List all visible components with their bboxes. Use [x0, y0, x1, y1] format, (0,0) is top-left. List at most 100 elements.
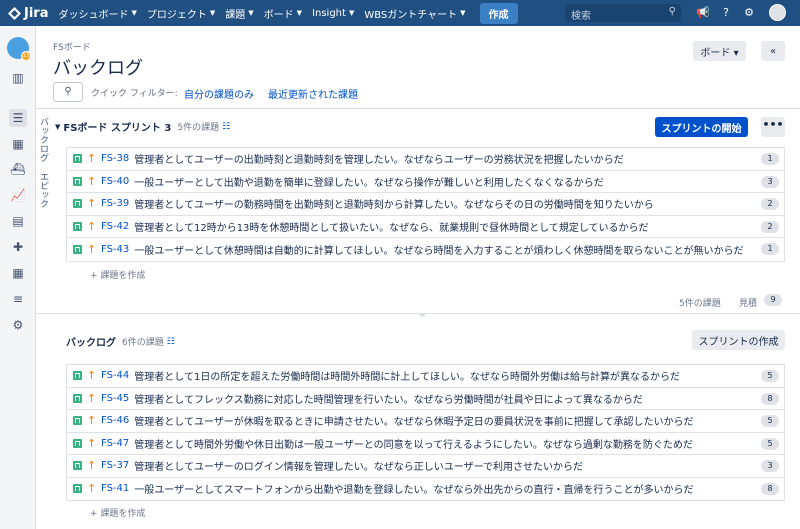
megaphone-icon[interactable]: 📢 — [696, 6, 710, 20]
story-icon — [73, 154, 82, 164]
issue-row[interactable]: ↑ FS-43 一般ユーザーとして休憩時間は自動的に計算してほしい。なぜなら時間を入… — [67, 238, 784, 261]
filter-my-issues[interactable]: 自分の課題のみ — [184, 86, 254, 101]
issue-row[interactable]: ↑ FS-40 一般ユーザーとして出勤や退勤を簡単に登録したい。なぜなら操作が難しい… — [67, 170, 784, 193]
chevron-down-icon: ▼ — [348, 9, 355, 17]
search-icon: ⚲ — [668, 6, 676, 17]
board-icon[interactable]: ▥ — [9, 69, 27, 87]
create-issue-link[interactable]: + 課題を作成 — [90, 268, 145, 281]
issue-summary: 一般ユーザーとして出勤や退勤を簡単に登録したい。なぜなら操作が難しいと利用したく… — [134, 177, 604, 189]
issue-summary: 管理者としてユーザーのログイン情報を管理したい。なぜなら正しいユーザーで利用させ… — [134, 462, 583, 474]
priority-high-icon: ↑ — [87, 482, 97, 496]
sprint-total-estimate: 9 — [764, 294, 782, 306]
issue-summary: 管理者としてユーザーの勤務時間を出勤時刻と退勤時刻から計算したい。なぜならその日… — [134, 200, 654, 212]
priority-high-icon: ↑ — [87, 369, 97, 383]
issue-key[interactable]: FS-39 — [101, 198, 129, 209]
collapse-button[interactable]: « — [761, 41, 785, 61]
gear-icon[interactable]: ⚙ — [742, 6, 756, 20]
table-icon[interactable]: ▦ — [9, 264, 27, 282]
story-icon — [73, 393, 82, 403]
start-sprint-button[interactable]: スプリントの開始 — [655, 117, 748, 137]
board-button[interactable]: ボード ▾ — [693, 41, 746, 61]
issue-key[interactable]: FS-45 — [101, 393, 129, 404]
backlog-issue-count: 6件の課題 — [122, 338, 164, 348]
story-points-badge: 3 — [761, 460, 779, 472]
project-badge: 11 — [21, 51, 31, 61]
nav-projects[interactable]: プロジェクト ▼ — [147, 6, 215, 21]
issue-key[interactable]: FS-41 — [101, 483, 129, 494]
filter-recently-updated[interactable]: 最近更新された課題 — [268, 86, 358, 101]
issue-list-icon: ☷ — [222, 121, 231, 132]
issue-row[interactable]: ↑ FS-38 管理者としてユーザーの出勤時刻と退勤時刻を管理したい。なぜならユーザ… — [67, 148, 784, 171]
create-sprint-button[interactable]: スプリントの作成 — [692, 330, 785, 350]
issue-summary: 一般ユーザーとしてスマートフォンから出勤や退勤を登録したい。なぜなら外出先からの… — [134, 485, 694, 497]
jira-logo[interactable]: Jira — [8, 6, 48, 21]
active-sprint-icon[interactable]: ▦ — [9, 135, 27, 153]
issue-row[interactable]: ↑ FS-39 管理者としてユーザーの勤務時間を出勤時刻と退勤時刻から計算したい。な… — [67, 193, 784, 216]
issue-row[interactable]: ↑ FS-47 管理者として時間外労働や休日出勤は一般ユーザーとの同意を以って行える… — [67, 432, 784, 455]
help-icon[interactable]: ? — [719, 6, 733, 20]
issue-key[interactable]: FS-40 — [101, 176, 129, 187]
issue-key[interactable]: FS-38 — [101, 153, 129, 164]
story-points-badge: 5 — [761, 437, 779, 450]
story-points-badge: 2 — [761, 220, 779, 233]
story-icon — [73, 484, 82, 494]
list-icon[interactable]: ≡ — [9, 290, 27, 308]
priority-high-icon: ↑ — [87, 174, 97, 188]
issue-row[interactable]: ↑ FS-41 一般ユーザーとしてスマートフォンから出勤や退勤を登録したい。なぜなら… — [67, 477, 784, 500]
releases-icon[interactable]: ⛴ — [9, 160, 27, 178]
nav-issues[interactable]: 課題 ▼ — [225, 6, 253, 21]
issues-icon[interactable]: ▤ — [9, 212, 27, 230]
reports-icon[interactable]: 📈 — [9, 186, 27, 204]
components-icon[interactable]: ✚ — [9, 238, 27, 256]
story-icon — [73, 176, 82, 186]
backlog-icon[interactable]: ☰ — [9, 109, 27, 127]
section-divider[interactable] — [36, 313, 800, 314]
story-icon — [73, 199, 82, 209]
resize-handle-icon[interactable]: ═ — [420, 311, 425, 320]
sprint-footer-count: 5件の課題 — [679, 299, 721, 309]
create-issue-link[interactable]: + 課題を作成 — [90, 506, 145, 519]
issue-row[interactable]: ↑ FS-37 管理者としてユーザーのログイン情報を管理したい。なぜなら正しいユーザ… — [67, 455, 784, 478]
issue-key[interactable]: FS-47 — [101, 438, 129, 449]
epic-vertical-tab[interactable]: エピック — [36, 170, 50, 210]
nav-dashboard[interactable]: ダッシュボード ▼ — [58, 6, 136, 21]
story-icon — [73, 461, 82, 471]
settings-icon[interactable]: ⚙ — [9, 316, 27, 334]
chevron-down-icon: ▼ — [248, 9, 254, 17]
priority-high-icon: ↑ — [87, 197, 97, 211]
backlog-search-input[interactable]: ⚲ — [53, 82, 83, 102]
breadcrumb[interactable]: FSボード — [53, 40, 91, 53]
priority-high-icon: ↑ — [87, 242, 97, 256]
chevron-down-icon: ▼ — [131, 9, 137, 17]
user-avatar[interactable] — [769, 4, 786, 21]
story-icon — [73, 371, 82, 381]
logo-text: Jira — [24, 5, 49, 21]
issue-summary: 管理者として1日の所定を超えた労働時間は時間外時間に計上してほしい。なぜなら時間… — [134, 372, 681, 384]
issue-key[interactable]: FS-46 — [101, 415, 129, 426]
issue-row[interactable]: ↑ FS-46 管理者としてユーザーが休暇を取るときに申請させたい。なぜなら休暇予定… — [67, 410, 784, 433]
issue-key[interactable]: FS-43 — [101, 244, 129, 255]
backlog-vertical-tab[interactable]: バックログ — [36, 115, 50, 163]
story-points-badge: 8 — [761, 482, 779, 495]
nav-wbs-gantt[interactable]: WBSガントチャート ▼ — [364, 6, 465, 21]
nav-boards[interactable]: ボード ▼ — [264, 6, 302, 21]
more-options-button[interactable]: ••• — [761, 117, 785, 137]
issue-row[interactable]: ↑ FS-44 管理者として1日の所定を超えた労働時間は時間外時間に計上してほしい。… — [67, 365, 784, 388]
priority-high-icon: ↑ — [87, 414, 97, 428]
issue-key[interactable]: FS-42 — [101, 221, 129, 232]
issue-key[interactable]: FS-37 — [101, 460, 129, 471]
story-points-badge: 5 — [761, 370, 779, 382]
sprint-header[interactable]: ▼ FSボード スプリント 3 5件の課題 ☷ — [55, 119, 231, 135]
priority-high-icon: ↑ — [87, 152, 97, 166]
nav-insight[interactable]: Insight ▼ — [312, 8, 354, 19]
issue-row[interactable]: ↑ FS-42 管理者として12時から13時を休憩時間として扱いたい。なぜなら、就業… — [67, 215, 784, 238]
search-input[interactable]: 検索 ⚲ — [565, 4, 681, 22]
issue-summary: 管理者として時間外労働や休日出勤は一般ユーザーとの同意を以って行えるようにしたい… — [134, 439, 693, 451]
story-points-badge: 3 — [761, 175, 779, 188]
story-points-badge: 1 — [761, 243, 779, 255]
create-button[interactable]: 作成 — [479, 2, 518, 24]
issue-key[interactable]: FS-44 — [101, 370, 129, 381]
search-icon: ⚲ — [64, 86, 72, 97]
issue-row[interactable]: ↑ FS-45 管理者としてフレックス勤務に対応した時間管理を行いたい。なぜなら労働… — [67, 387, 784, 410]
sprint-name: FSボード スプリント 3 — [63, 123, 172, 134]
